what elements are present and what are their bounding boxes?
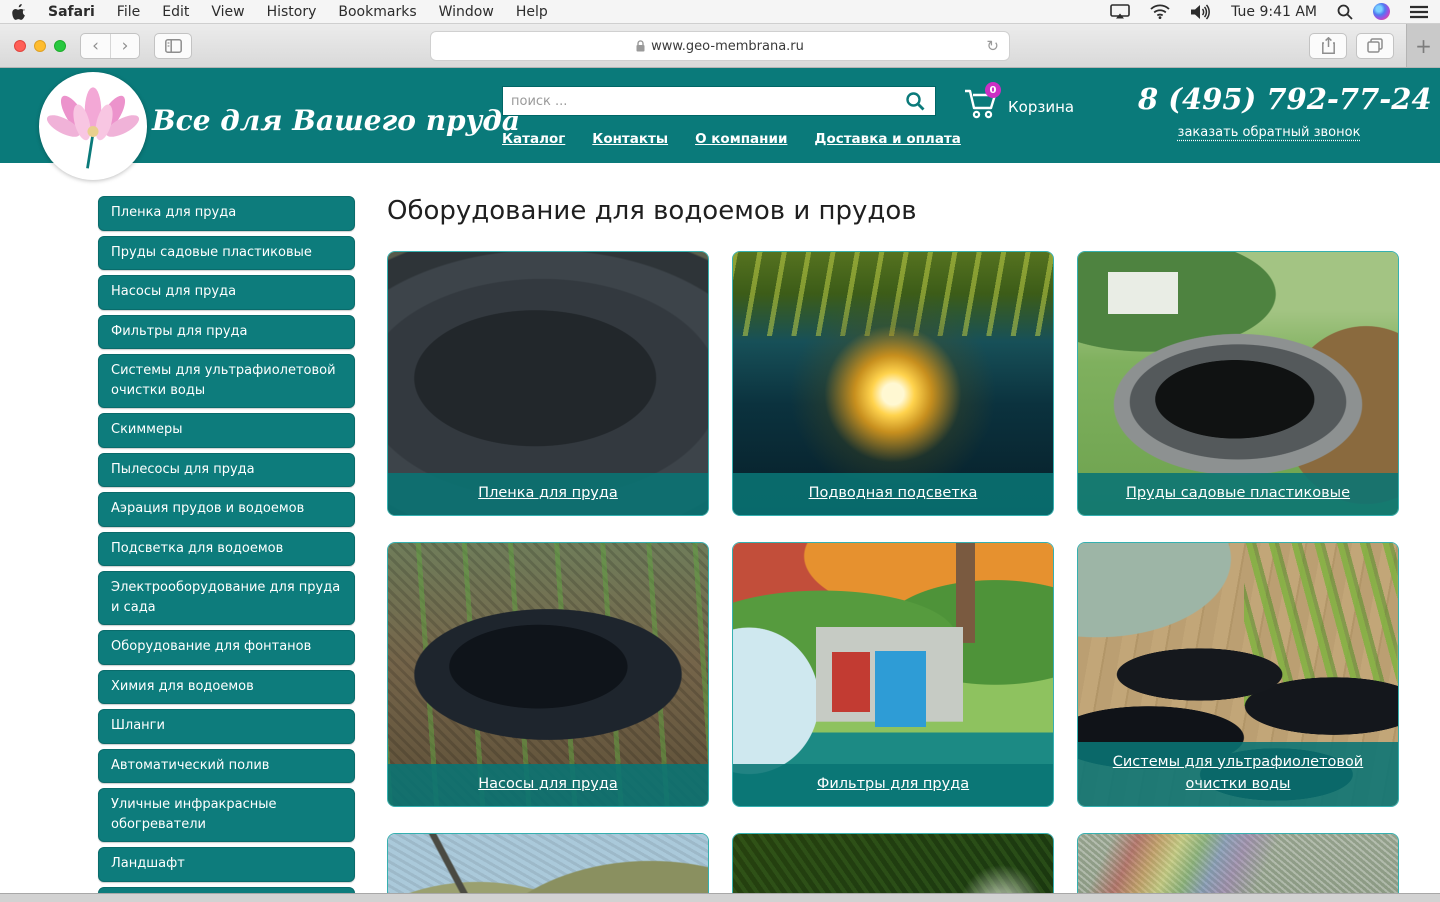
site-logo[interactable] (39, 72, 147, 180)
sidebar-category-item[interactable]: Фильтры для пруда (98, 315, 355, 350)
menu-item-edit[interactable]: Edit (162, 4, 189, 20)
menu-item-history[interactable]: History (267, 4, 317, 20)
category-card-caption: Пленка для пруда (388, 473, 708, 515)
category-card-caption: Насосы для пруда (388, 764, 708, 806)
minimize-window-button[interactable] (34, 40, 46, 52)
category-card[interactable] (1077, 833, 1399, 893)
site-tagline: Все для Вашего пруда (152, 104, 520, 137)
category-card-caption: Подводная подсветка (733, 473, 1053, 515)
category-card[interactable] (387, 833, 709, 893)
cart-widget[interactable]: 0 Корзина (963, 88, 1074, 120)
category-card-caption: Пруды садовые пластиковые (1078, 473, 1398, 515)
notification-center-icon[interactable] (1410, 5, 1428, 19)
sidebar-category-item[interactable]: Пылесосы для пруда (98, 453, 355, 488)
share-button[interactable] (1309, 33, 1347, 59)
category-card[interactable]: Фильтры для пруда (732, 542, 1054, 807)
sidebar-category-item[interactable]: Насосы для пруда (98, 275, 355, 310)
category-sidebar: Пленка для пруда Пруды садовые пластиковы… (98, 196, 355, 893)
sidebar-category-item[interactable]: Аэрация прудов и водоемов (98, 492, 355, 527)
site-nav-link[interactable]: О компании (695, 131, 787, 147)
cart-label: Корзина (1008, 98, 1074, 120)
url-text: www.geo-membrana.ru (651, 39, 804, 54)
browser-toolbar: ‹ › www.geo-membrana.ru ↻ + (0, 24, 1440, 68)
category-card[interactable] (732, 833, 1054, 893)
cart-icon: 0 (963, 88, 999, 120)
airplay-display-icon[interactable] (1110, 4, 1130, 19)
menu-item-safari[interactable]: Safari (48, 4, 95, 20)
category-card[interactable]: Насосы для пруда (387, 542, 709, 807)
back-button[interactable]: ‹ (81, 34, 110, 58)
menu-item-help[interactable]: Help (516, 4, 548, 20)
page-title: Оборудование для водоемов и прудов (387, 196, 1400, 226)
sidebar-category-item[interactable]: Скиммеры (98, 413, 355, 448)
forward-button[interactable]: › (110, 34, 139, 58)
category-card-caption: Фильтры для пруда (733, 764, 1053, 806)
category-card-link[interactable]: Фильтры для пруда (817, 776, 969, 792)
sidebar-category-item[interactable]: Подсветка для водоемов (98, 532, 355, 567)
category-card-link[interactable]: Пруды садовые пластиковые (1126, 485, 1350, 501)
category-card-link[interactable]: Пленка для пруда (478, 485, 618, 501)
menu-item-bookmarks[interactable]: Bookmarks (338, 4, 416, 20)
search-bar (502, 86, 936, 116)
apple-menu-icon[interactable] (12, 4, 26, 20)
macos-menu-bar: Safari File Edit View History Bookmarks … (0, 0, 1440, 24)
lotus-logo-icon (47, 80, 139, 172)
address-bar[interactable]: www.geo-membrana.ru ↻ (430, 31, 1010, 61)
sidebar-category-item[interactable]: Пруды садовые пластиковые (98, 236, 355, 271)
siri-icon[interactable] (1373, 3, 1390, 20)
sidebar-category-item[interactable]: Автоматический полив (98, 749, 355, 784)
category-card[interactable]: Подводная подсветка (732, 251, 1054, 516)
sidebar-category-item[interactable]: Электрооборудование для пруда и сада (98, 571, 355, 625)
phone-number: 8 (495) 792-77-24 (1138, 82, 1400, 116)
site-nav-link[interactable]: Контакты (592, 131, 668, 147)
tls-lock-icon (636, 37, 645, 56)
window-controls (14, 40, 66, 52)
new-tab-button[interactable]: + (1406, 24, 1440, 67)
menu-item-file[interactable]: File (117, 4, 140, 20)
volume-icon[interactable] (1190, 4, 1211, 20)
category-card-link[interactable]: Системы для ультрафиолетовой очистки вод… (1113, 754, 1363, 793)
category-card-caption: Системы для ультрафиолетовой очистки вод… (1078, 742, 1398, 807)
menu-item-window[interactable]: Window (439, 4, 494, 20)
zoom-window-button[interactable] (54, 40, 66, 52)
sidebar-category-item[interactable]: Оборудование для фонтанов (98, 630, 355, 665)
site-header: Все для Вашего пруда Каталог Контакты О ко… (0, 68, 1440, 163)
site-nav-link[interactable]: Доставка и оплата (814, 131, 960, 147)
category-card[interactable]: Системы для ультрафиолетовой очистки вод… (1077, 542, 1399, 807)
window-bottom-edge (0, 893, 1440, 902)
search-submit-icon[interactable] (903, 89, 927, 113)
site-nav: Каталог Контакты О компании Доставка и опла… (502, 131, 961, 147)
sidebar-category-item[interactable]: Системы для ультрафиолетовой очистки вод… (98, 354, 355, 408)
cart-count-badge: 0 (985, 82, 1001, 98)
spotlight-search-icon[interactable] (1337, 4, 1353, 20)
sidebar-toggle-button[interactable] (154, 33, 192, 59)
callback-request-link[interactable]: заказать обратный звонок (1178, 125, 1361, 140)
sidebar-category-item[interactable]: Уличные инфракрасные обогреватели (98, 788, 355, 842)
site-nav-link[interactable]: Каталог (502, 131, 565, 147)
category-card-link[interactable]: Насосы для пруда (478, 776, 617, 792)
category-card-link[interactable]: Подводная подсветка (809, 485, 978, 501)
search-input[interactable] (511, 94, 903, 109)
sidebar-category-item[interactable]: Химия для водоемов (98, 670, 355, 705)
sidebar-category-item[interactable]: Пленка для пруда (98, 196, 355, 231)
category-card[interactable]: Пруды садовые пластиковые (1077, 251, 1399, 516)
category-card[interactable]: Пленка для пруда (387, 251, 709, 516)
category-card-grid: Пленка для пруда Подводная подсветка Пру… (387, 251, 1400, 893)
wifi-icon[interactable] (1150, 4, 1170, 19)
category-card-image (388, 834, 708, 893)
category-card-image (733, 834, 1053, 893)
sidebar-category-item[interactable]: Шланги (98, 709, 355, 744)
menu-item-view[interactable]: View (211, 4, 244, 20)
category-card-image (1078, 834, 1398, 893)
tab-overview-button[interactable] (1356, 33, 1394, 59)
web-page: Все для Вашего пруда Каталог Контакты О ко… (0, 68, 1440, 893)
menu-bar-clock[interactable]: Tue 9:41 AM (1231, 4, 1317, 20)
reload-button[interactable]: ↻ (986, 37, 999, 55)
close-window-button[interactable] (14, 40, 26, 52)
sidebar-category-item[interactable]: Ландшафт (98, 847, 355, 882)
